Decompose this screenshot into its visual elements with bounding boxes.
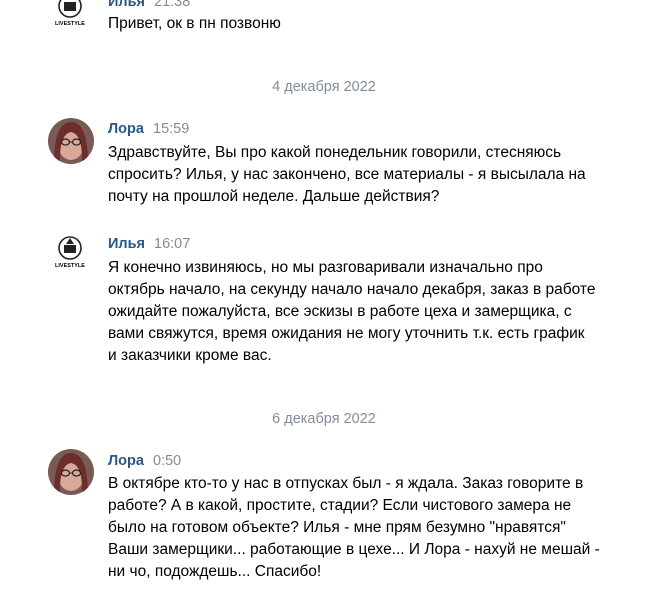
- message-time[interactable]: 16:07: [154, 236, 190, 252]
- date-divider: 6 декабря 2022: [272, 411, 376, 427]
- message-text: Здравствуйте, Вы про какой понедельник г…: [108, 144, 586, 205]
- livestyle-logo-icon[interactable]: LIVESTYLE: [52, 234, 88, 274]
- message-time[interactable]: 0:50: [153, 453, 181, 469]
- message-author[interactable]: Лора: [108, 453, 144, 469]
- message-text: Я конечно извиняюсь, но мы разговаривали…: [108, 259, 596, 364]
- message-author[interactable]: Илья: [108, 0, 145, 10]
- avatar[interactable]: [48, 118, 94, 164]
- message-author[interactable]: Илья: [108, 236, 145, 252]
- avatar[interactable]: [48, 449, 94, 495]
- svg-text:LIVESTYLE: LIVESTYLE: [55, 263, 85, 269]
- message-text: Привет, ок в пн позвоню: [108, 15, 281, 32]
- message-time[interactable]: 15:59: [153, 121, 189, 137]
- message-time[interactable]: 21:38: [154, 0, 190, 10]
- svg-text:LIVESTYLE: LIVESTYLE: [55, 21, 85, 27]
- message-text: В октябре кто-то у нас в отпусках был - …: [108, 475, 600, 580]
- date-divider: 4 декабря 2022: [272, 79, 376, 95]
- message-author[interactable]: Лора: [108, 121, 144, 137]
- livestyle-logo-icon[interactable]: LIVESTYLE: [52, 0, 88, 32]
